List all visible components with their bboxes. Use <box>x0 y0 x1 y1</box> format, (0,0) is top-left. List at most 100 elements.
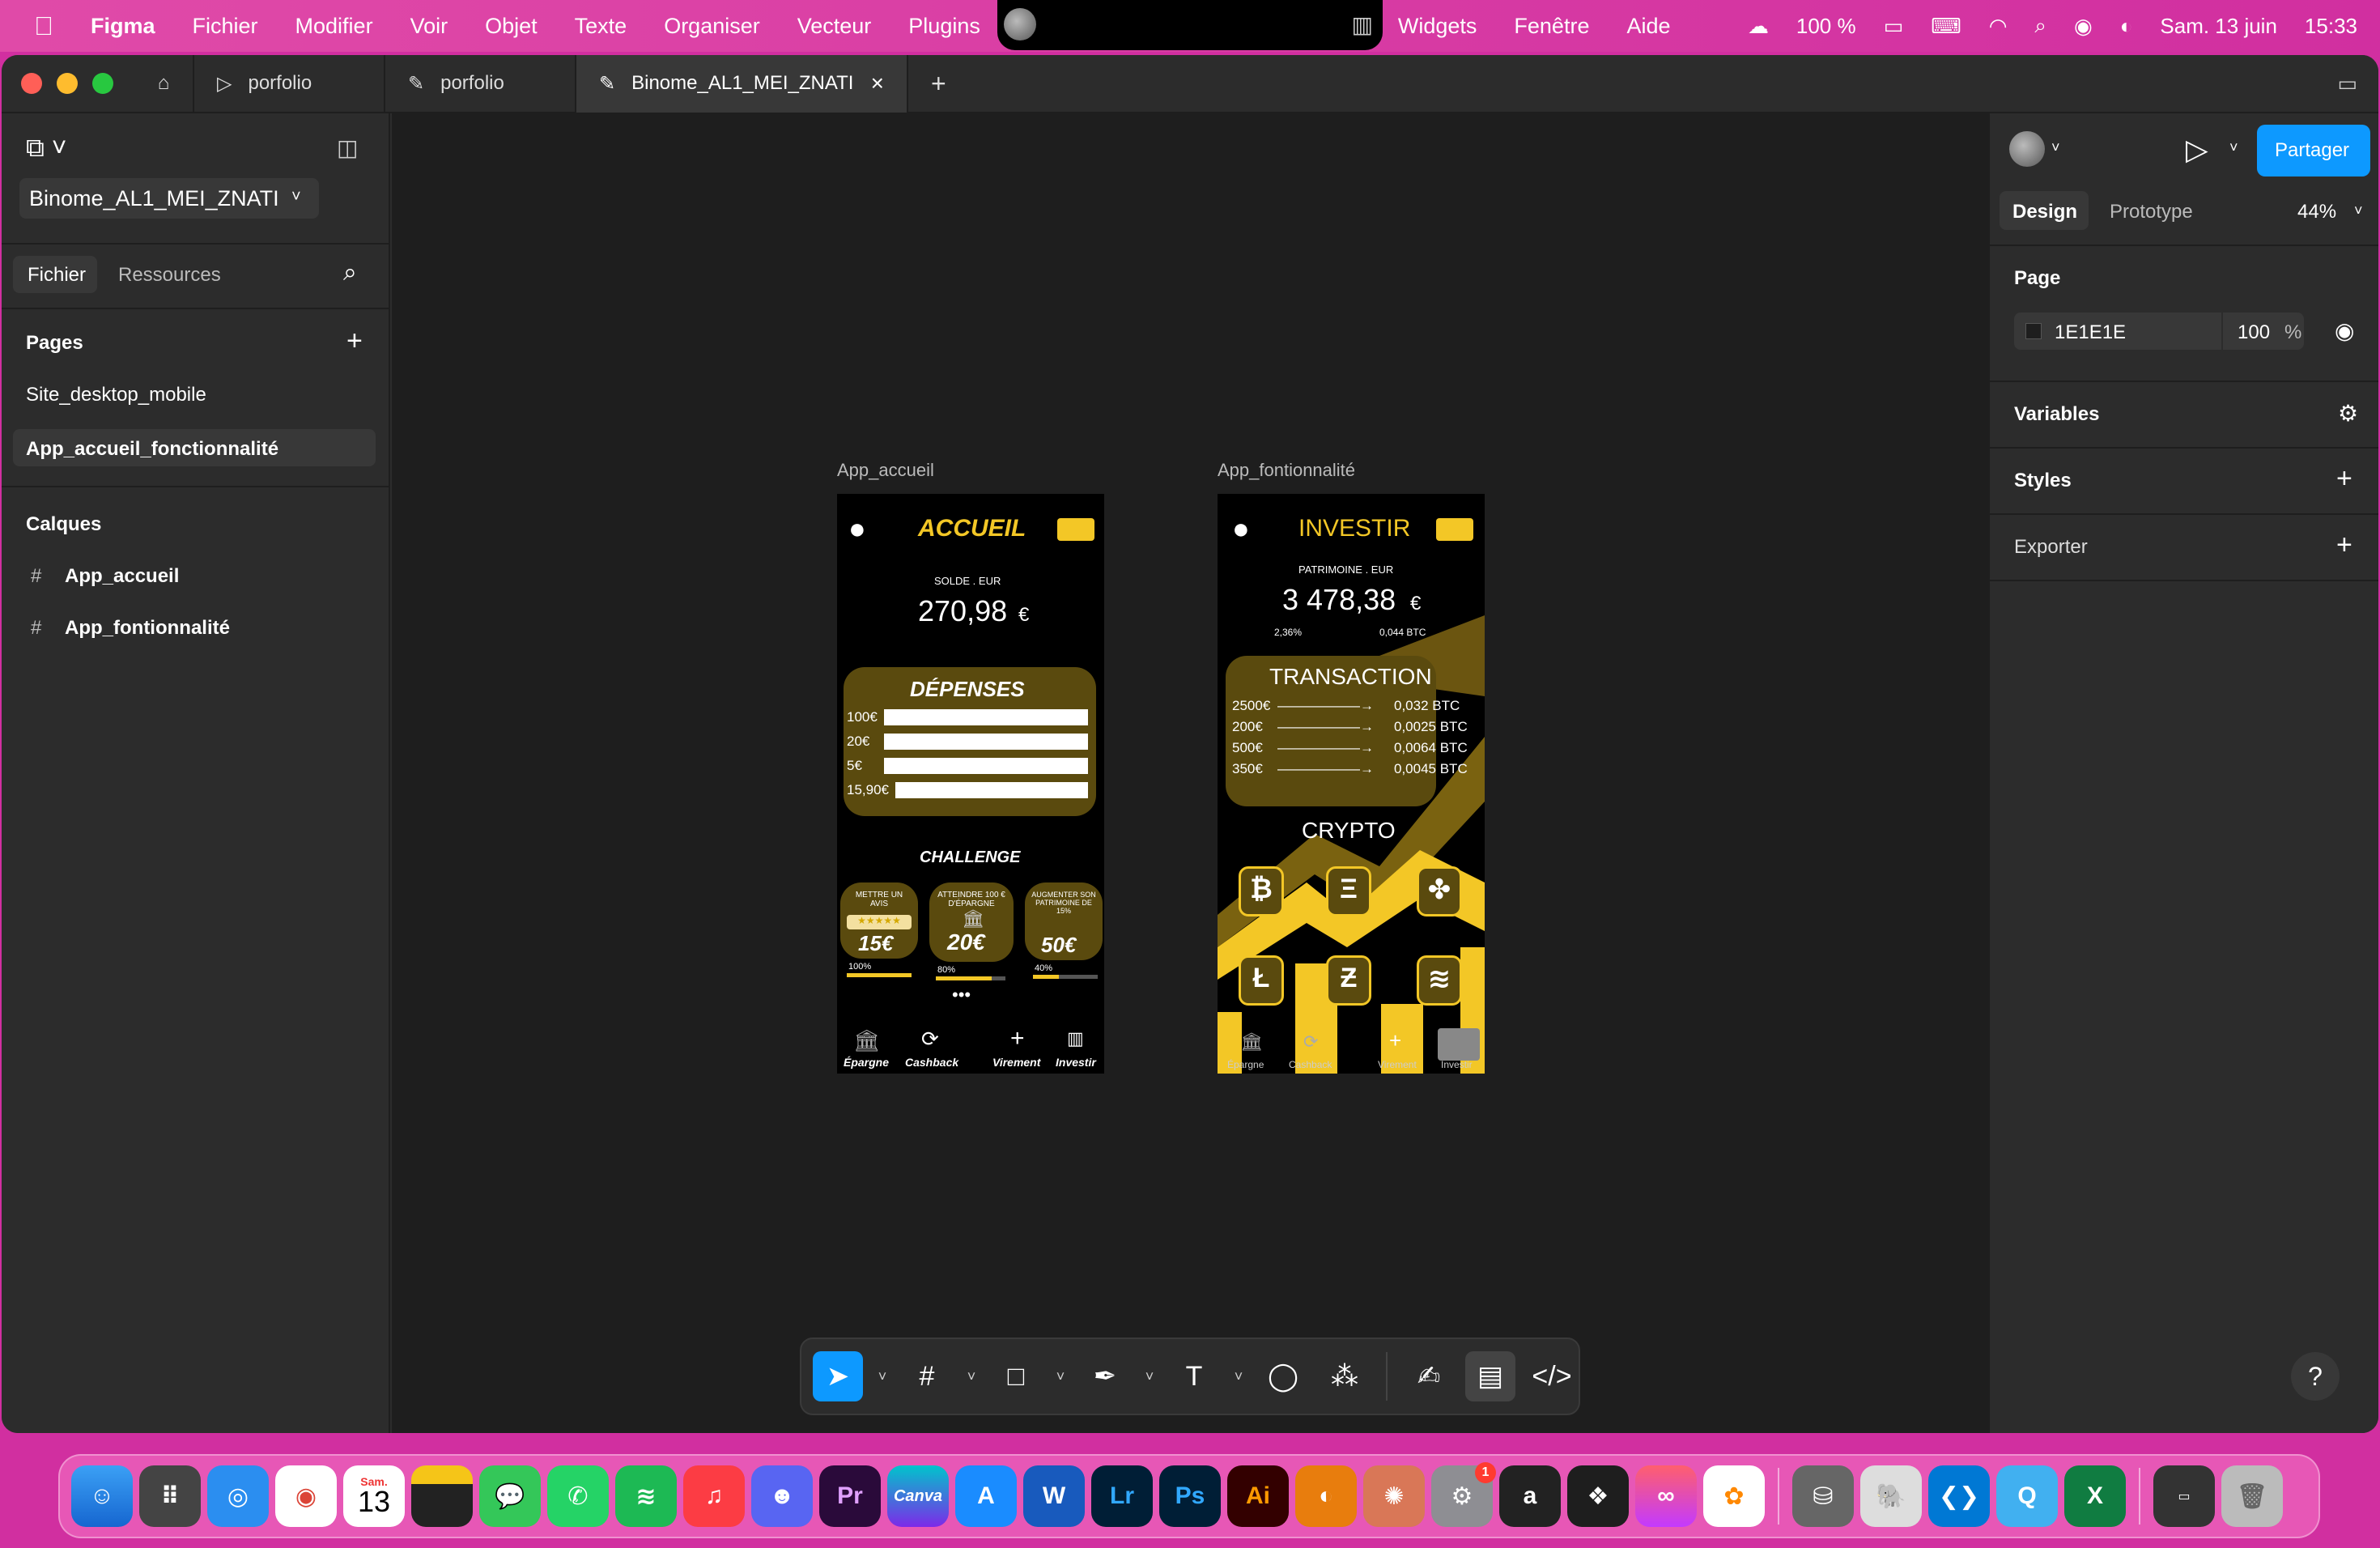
litecoin-icon[interactable]: Ł <box>1239 955 1284 1006</box>
new-tab-button[interactable]: + <box>908 55 969 113</box>
close-window-button[interactable] <box>21 73 42 94</box>
menu-fichier[interactable]: Fichier <box>193 14 258 39</box>
lightroom-icon[interactable]: Lr <box>1091 1465 1153 1527</box>
file-name-button[interactable]: Binome_AL1_MEI_ZNATI ˅ <box>19 178 319 219</box>
chevron-down-icon[interactable]: ˅ <box>1052 1351 1069 1401</box>
siri-icon[interactable]: ◉ <box>2074 14 2093 39</box>
figma-icon[interactable]: ❖ <box>1567 1465 1629 1527</box>
whatsapp-icon[interactable]: ✆ <box>547 1465 609 1527</box>
eye-icon[interactable]: ◉ <box>2335 317 2354 344</box>
tab-binome-active[interactable]: ✎ Binome_AL1_MEI_ZNATI × <box>576 55 908 113</box>
nav-cashback[interactable]: Cashback <box>1289 1059 1332 1070</box>
app-store-icon[interactable]: A <box>955 1465 1017 1527</box>
layers-coin-icon[interactable]: ≋ <box>1417 955 1462 1006</box>
nav-cashback[interactable]: Cashback <box>905 1056 958 1069</box>
photoshop-icon[interactable]: Ps <box>1159 1465 1221 1527</box>
excel-icon[interactable]: X <box>2064 1465 2126 1527</box>
card-icon[interactable] <box>1057 518 1094 541</box>
disk-utility-icon[interactable]: ⛁ <box>1792 1465 1854 1527</box>
word-icon[interactable]: W <box>1023 1465 1085 1527</box>
creative-cloud-icon[interactable]: ∞ <box>1635 1465 1697 1527</box>
tab-design[interactable]: Design <box>2000 191 2089 230</box>
menu-texte[interactable]: Texte <box>575 14 627 39</box>
profile-icon[interactable]: ● <box>1232 512 1250 546</box>
minimize-window-button[interactable] <box>57 73 78 94</box>
zoom-window-button[interactable] <box>92 73 113 94</box>
system-settings-icon[interactable]: ⚙ 1 <box>1431 1462 1496 1527</box>
export-title[interactable]: Exporter <box>2014 536 2088 559</box>
vscode-icon[interactable]: ❮❯ <box>1928 1465 1990 1527</box>
chevron-down-icon[interactable]: ˅ <box>1230 1351 1247 1401</box>
ethereum-icon[interactable]: Ξ <box>1326 866 1371 916</box>
wifi-icon[interactable]: ◠ <box>1989 14 2008 39</box>
canvas[interactable]: App_accueil App_fontionnalité ● ACCUEIL … <box>392 113 1988 1433</box>
add-page-icon[interactable]: + <box>346 325 363 357</box>
toggle-sidebar-icon[interactable]: ◫ <box>337 134 358 161</box>
profile-icon[interactable]: ● <box>848 512 866 546</box>
challenge-card[interactable]: METTRE UN AVIS ★★★★★ 15€ <box>840 882 918 959</box>
menu-objet[interactable]: Objet <box>485 14 538 39</box>
layer-app-fontionnalite[interactable]: App_fontionnalité <box>65 617 230 640</box>
spotify-icon[interactable]: ≋ <box>615 1465 677 1527</box>
zcash-icon[interactable]: Ƶ <box>1326 955 1371 1006</box>
quick-icon[interactable]: Q <box>1996 1465 2058 1527</box>
text-tool-icon[interactable]: T <box>1169 1351 1219 1401</box>
menu-widgets[interactable]: Widgets <box>1398 14 1477 39</box>
share-button[interactable]: Partager <box>2257 125 2370 176</box>
page-item-app-selected[interactable]: App_accueil_fonctionnalité <box>13 429 376 466</box>
premiere-icon[interactable]: Pr <box>819 1465 881 1527</box>
home-icon[interactable]: ⌂ <box>134 55 194 113</box>
chevron-down-icon[interactable]: ˅ <box>1141 1351 1158 1401</box>
photos-icon[interactable]: ✿ <box>1703 1465 1765 1527</box>
more-dots-icon[interactable]: ••• <box>952 985 971 1006</box>
chrome-icon[interactable]: ◉ <box>275 1465 337 1527</box>
chevron-down-icon[interactable]: ˅ <box>963 1351 980 1401</box>
messages-icon[interactable]: 💬 <box>479 1465 541 1527</box>
pen-tool-icon[interactable]: ✒ <box>1080 1351 1130 1401</box>
menu-aide[interactable]: Aide <box>1626 14 1670 39</box>
terminal-app-icon[interactable]: a <box>1499 1465 1561 1527</box>
present-play-icon[interactable]: ▷ <box>2186 133 2208 167</box>
chevron-down-icon[interactable]: ˅ <box>2051 139 2060 156</box>
draw-mode-icon[interactable]: ✍ <box>1404 1351 1454 1401</box>
dev-mode-icon[interactable]: </> <box>1527 1351 1577 1401</box>
chevron-down-icon[interactable]: ˅ <box>874 1351 890 1401</box>
nav-virement[interactable]: Virement <box>1378 1059 1417 1070</box>
blender-icon[interactable]: ◐ <box>1295 1465 1357 1527</box>
move-tool-icon[interactable]: ➤ <box>813 1351 863 1401</box>
chevron-down-icon[interactable]: ˅ <box>2354 202 2363 219</box>
keyboard-icon[interactable]: ⌨ <box>1931 14 1961 39</box>
menu-modifier[interactable]: Modifier <box>295 14 373 39</box>
cloud-icon[interactable]: ☁ <box>1748 14 1769 39</box>
menu-app[interactable]: Figma <box>91 14 155 39</box>
add-style-icon[interactable]: + <box>2336 463 2352 495</box>
safari-icon[interactable]: ◎ <box>207 1465 269 1527</box>
add-export-icon[interactable]: + <box>2336 529 2352 561</box>
music-icon[interactable]: ♫ <box>683 1465 745 1527</box>
illustrator-icon[interactable]: Ai <box>1227 1465 1289 1527</box>
finder-icon[interactable]: ☺ <box>71 1465 133 1527</box>
zoom-level[interactable]: 44% <box>2297 201 2336 223</box>
notes-icon[interactable] <box>411 1465 473 1527</box>
frame-tool-icon[interactable]: # <box>902 1351 952 1401</box>
date[interactable]: Sam. 13 juin <box>2160 14 2277 39</box>
help-icon[interactable]: ? <box>2291 1352 2340 1401</box>
tab-fichier[interactable]: Fichier <box>13 256 97 293</box>
bitcoin-icon[interactable]: ₿ <box>1239 866 1284 916</box>
color-swatch[interactable] <box>2025 323 2042 339</box>
page-item-site[interactable]: Site_desktop_mobile <box>26 384 206 406</box>
tab-porfolio-prototype[interactable]: ▷ porfolio <box>194 55 385 113</box>
tab-prototype[interactable]: Prototype <box>2110 201 2193 223</box>
launchpad-icon[interactable]: ⠿ <box>139 1465 201 1527</box>
styles-title[interactable]: Styles <box>2014 470 2072 492</box>
claude-icon[interactable]: ✺ <box>1363 1465 1425 1527</box>
frame-app-accueil[interactable]: ● ACCUEIL SOLDE . EUR 270,98 € DÉPENSES … <box>837 494 1104 1074</box>
nav-epargne[interactable]: Épargne <box>844 1056 889 1069</box>
tableplus-icon[interactable]: 🐘 <box>1860 1465 1922 1527</box>
layer-app-accueil[interactable]: App_accueil <box>65 565 179 588</box>
rectangle-tool-icon[interactable]: □ <box>991 1351 1041 1401</box>
menu-fenetre[interactable]: Fenêtre <box>1514 14 1589 39</box>
variables-title[interactable]: Variables <box>2014 403 2099 426</box>
figma-menu-icon[interactable]: ⧉ ˅ <box>26 133 66 164</box>
menu-voir[interactable]: Voir <box>410 14 448 39</box>
